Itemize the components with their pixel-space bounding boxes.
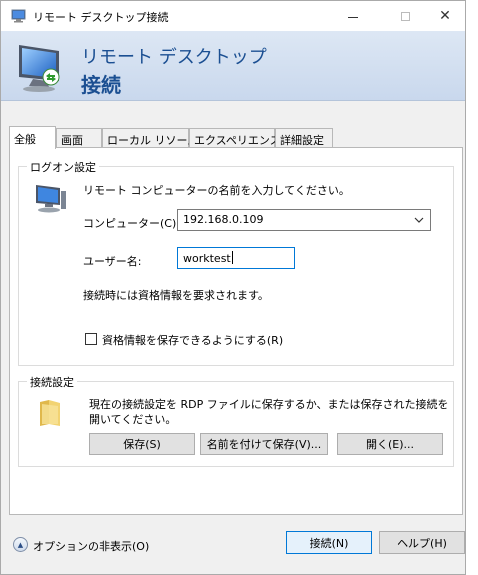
save-credentials-checkbox[interactable] [85,333,97,345]
remote-desktop-icon [11,9,26,23]
maximize-button[interactable] [383,1,427,31]
help-button[interactable]: ヘルプ(H) [379,531,465,554]
save-as-button[interactable]: 名前を付けて保存(V)... [200,433,328,455]
remote-desktop-monitor-icon [19,45,60,92]
open-button[interactable]: 開く(E)... [337,433,443,455]
save-button[interactable]: 保存(S) [89,433,195,455]
hide-options-link[interactable]: オプションの非表示(O) [33,538,149,554]
logon-settings-group: ログオン設定 リモート コンピューターの名前を入力してください。 コンピューター… [18,159,454,366]
tab-panel-general: ログオン設定 リモート コンピューターの名前を入力してください。 コンピューター… [9,147,463,515]
title-bar[interactable]: リモート デスクトップ接続 ✕ [1,1,465,31]
close-button[interactable]: ✕ [423,1,467,31]
tab-general[interactable]: 全般 [9,126,56,149]
header-banner: リモート デスクトップ 接続 [1,31,465,101]
tab-display[interactable]: 画面 [56,128,102,148]
folder-icon [40,400,60,426]
credentials-note: 接続時には資格情報を要求されます。 [83,289,269,302]
chevron-up-icon[interactable]: ▲ [13,537,28,552]
banner-title-line1: リモート デスクトップ [81,47,267,68]
save-credentials-label[interactable]: 資格情報を保存できるようにする(R) [102,332,283,348]
window-title: リモート デスクトップ接続 [33,11,169,24]
connection-description-line2: 開いてください。 [89,413,177,426]
connection-description-line1: 現在の接続設定を RDP ファイルに保存するか、または保存された接続を [89,398,449,411]
computer-label: コンピューター(C): [83,217,180,230]
logon-instruction: リモート コンピューターの名前を入力してください。 [83,184,350,197]
computer-combobox[interactable]: 192.168.0.109 [177,209,431,231]
username-input[interactable]: worktest [177,247,295,269]
tab-local-resources[interactable]: ローカル リソース [102,128,198,148]
tab-advanced[interactable]: 詳細設定 [275,128,333,148]
connect-button[interactable]: 接続(N) [286,531,372,554]
connection-settings-group: 接続設定 現在の接続設定を RDP ファイルに保存するか、または保存された接続を… [18,374,454,467]
logon-settings-title: ログオン設定 [27,159,99,175]
minimize-icon [348,16,358,18]
banner-title-line2: 接続 [81,73,121,97]
computer-value: 192.168.0.109 [183,213,264,226]
computer-icon [36,185,66,213]
maximize-icon [400,11,410,21]
tab-experience[interactable]: エクスペリエンス [189,128,281,148]
chevron-down-icon[interactable] [414,213,424,227]
close-icon: ✕ [439,8,451,24]
remote-desktop-window: リモート デスクトップ接続 ✕ リモート デスクトップ 接続 全般 画面 ローカ… [0,0,466,575]
connection-settings-title: 接続設定 [27,374,77,390]
minimize-button[interactable] [331,1,375,31]
username-value: worktest [183,252,231,265]
text-caret [231,251,233,264]
username-label: ユーザー名: [83,255,142,268]
